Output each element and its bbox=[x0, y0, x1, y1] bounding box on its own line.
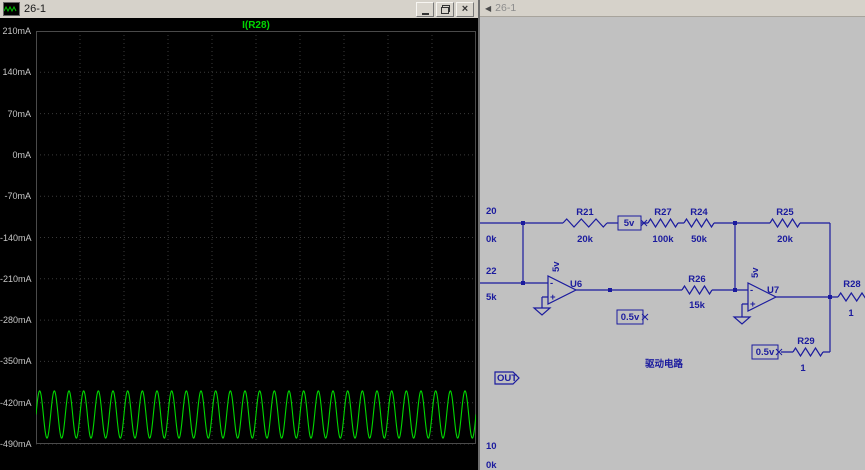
schematic-canvas[interactable]: R21 20k R27 100k R24 50k R25 20k R26 15k… bbox=[480, 16, 865, 470]
r26-value[interactable]: 15k bbox=[689, 300, 706, 311]
r25-value[interactable]: 20k bbox=[777, 234, 794, 245]
u6-supply-label[interactable]: 5v bbox=[551, 261, 562, 272]
y-tick-label: -350mA bbox=[0, 356, 32, 367]
r24-value[interactable]: 50k bbox=[691, 234, 708, 245]
junction-dot bbox=[521, 221, 525, 225]
r21-name[interactable]: R21 bbox=[576, 207, 594, 218]
r29-value[interactable]: 1 bbox=[800, 363, 806, 374]
r29-name[interactable]: R29 bbox=[797, 336, 814, 347]
restore-icon bbox=[440, 5, 450, 14]
resistor-R25[interactable] bbox=[769, 217, 801, 229]
y-tick-label: -140mA bbox=[0, 232, 32, 243]
plot-titlebar[interactable]: 26-1 × bbox=[0, 0, 478, 19]
r25-name[interactable]: R25 bbox=[776, 207, 794, 218]
waveform-window: 26-1 × I(R28) 210mA 140mA 70mA 0mA -70mA -140… bbox=[0, 0, 478, 470]
restore-button[interactable] bbox=[436, 2, 454, 17]
ground-icon-u6[interactable] bbox=[532, 307, 552, 316]
y-tick-label: -280mA bbox=[0, 315, 32, 326]
r28-value[interactable]: 1 bbox=[848, 308, 854, 319]
net-flag-05v-a[interactable]: 0.5v bbox=[621, 312, 640, 323]
plot-svg[interactable] bbox=[36, 31, 476, 447]
y-tick-label: -420mA bbox=[0, 397, 32, 408]
close-button[interactable]: × bbox=[456, 2, 474, 17]
u7-supply-label[interactable]: 5v bbox=[750, 267, 761, 278]
r28-name[interactable]: R28 bbox=[843, 279, 860, 290]
y-tick-label: 140mA bbox=[2, 67, 31, 78]
minimize-button[interactable] bbox=[416, 2, 434, 17]
junction-dot bbox=[521, 281, 525, 285]
resistor-R28[interactable] bbox=[837, 291, 865, 303]
edge-partial-bottom-value: 0k bbox=[486, 460, 497, 470]
edge-partial-mid-name: 22 bbox=[486, 266, 497, 277]
u6-minus-sign: - bbox=[550, 278, 553, 289]
resistor-R24[interactable] bbox=[683, 217, 715, 229]
waveform-window-icon bbox=[3, 2, 20, 16]
window-controls: × bbox=[416, 2, 474, 17]
plot-window-title: 26-1 bbox=[24, 3, 47, 15]
y-tick-label: -490mA bbox=[0, 439, 32, 449]
minimize-icon bbox=[421, 4, 429, 15]
r26-name[interactable]: R26 bbox=[688, 274, 705, 285]
resistor-R27[interactable] bbox=[647, 217, 679, 229]
r21-value[interactable]: 20k bbox=[577, 234, 594, 245]
resistor-R21[interactable] bbox=[562, 218, 608, 228]
edge-partial-bottom-name: 10 bbox=[486, 441, 497, 452]
r27-name[interactable]: R27 bbox=[654, 207, 671, 218]
resistor-R26[interactable] bbox=[681, 284, 713, 296]
net-flag-05v-b[interactable]: 0.5v bbox=[756, 347, 775, 358]
y-tick-label: 70mA bbox=[7, 108, 31, 119]
ground-icon-u7[interactable] bbox=[732, 316, 752, 325]
schematic-window: ◀ 26-1 R21 20k R27 100k R24 50k R25 20k … bbox=[480, 0, 865, 470]
schematic-window-title: 26-1 bbox=[495, 2, 517, 14]
r27-value[interactable]: 100k bbox=[652, 234, 674, 245]
junction-dot bbox=[733, 288, 737, 292]
u6-name[interactable]: U6 bbox=[570, 279, 582, 290]
y-tick-label: 210mA bbox=[2, 26, 31, 36]
r24-name[interactable]: R24 bbox=[690, 207, 708, 218]
schematic-annotation[interactable]: 驱动电路 bbox=[645, 358, 684, 370]
u7-name[interactable]: U7 bbox=[767, 285, 779, 296]
u7-plus-sign: + bbox=[750, 299, 756, 310]
ltspice-app: 26-1 × I(R28) 210mA 140mA 70mA 0mA -70mA -140… bbox=[0, 0, 865, 470]
y-tick-label: -70mA bbox=[4, 191, 31, 202]
waveform-plot[interactable]: I(R28) 210mA 140mA 70mA 0mA -70mA -140mA -210m… bbox=[0, 18, 478, 470]
y-axis-labels[interactable]: 210mA 140mA 70mA 0mA -70mA -140mA -210mA -280mA… bbox=[0, 18, 33, 470]
close-icon: × bbox=[461, 3, 469, 15]
out-port-label[interactable]: OUT bbox=[497, 373, 517, 384]
net-flag-5v[interactable]: 5v bbox=[624, 218, 635, 229]
y-tick-label: 0mA bbox=[12, 149, 31, 160]
trace-title[interactable]: I(R28) bbox=[36, 20, 476, 31]
u7-minus-sign: - bbox=[750, 285, 753, 296]
junction-dot bbox=[828, 295, 832, 299]
schematic-titlebar[interactable]: ◀ 26-1 bbox=[480, 0, 865, 17]
plot-gridlines bbox=[36, 31, 476, 445]
junction-dot bbox=[608, 288, 612, 292]
u6-plus-sign: + bbox=[550, 292, 556, 303]
schematic-tab-icon: ◀ bbox=[485, 3, 492, 13]
resistor-R29[interactable] bbox=[792, 346, 824, 358]
edge-partial-top-value: 0k bbox=[486, 234, 497, 245]
edge-partial-mid-value: 5k bbox=[486, 292, 497, 303]
y-tick-label: -210mA bbox=[0, 273, 32, 284]
edge-partial-top-name: 20 bbox=[486, 206, 497, 217]
junction-dot bbox=[733, 221, 737, 225]
